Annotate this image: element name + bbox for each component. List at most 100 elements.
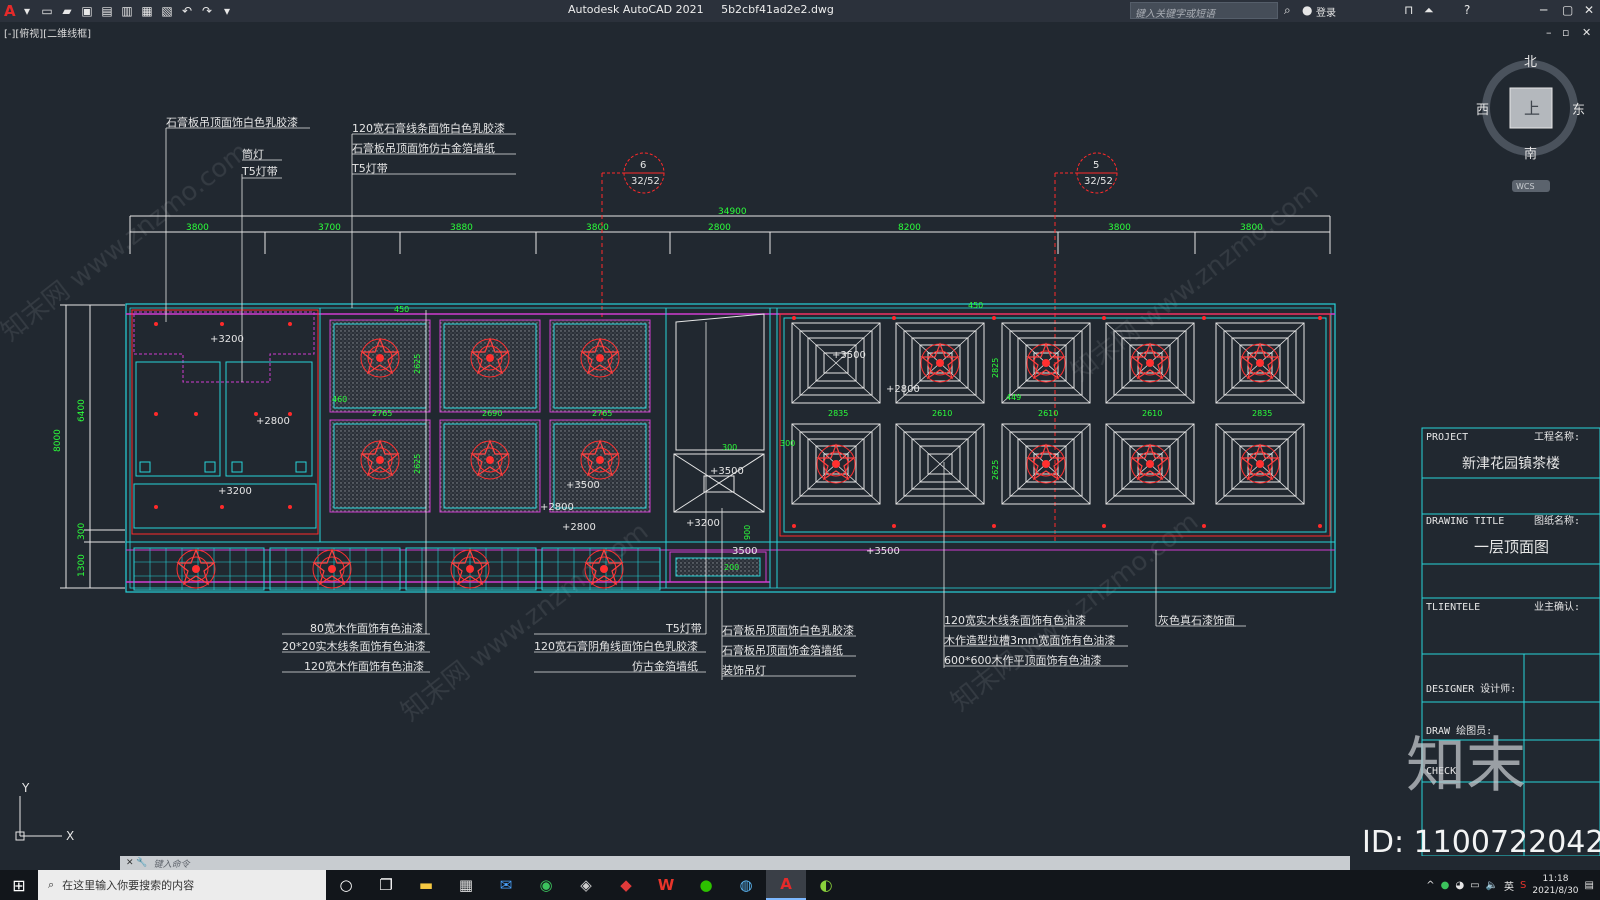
elevation-label: 3500 <box>732 546 757 557</box>
tb-project-name: 新津花园镇茶楼 <box>1462 456 1560 472</box>
label-t5-strip: T5灯带 <box>351 162 388 175</box>
undo-icon[interactable]: ↶ <box>178 3 196 19</box>
label-downlight: 筒灯 <box>242 147 264 161</box>
print-icon[interactable]: ▧ <box>158 3 176 19</box>
app-title: Autodesk AutoCAD 2021 <box>568 3 704 16</box>
save-as-icon[interactable]: ▤ <box>98 3 116 19</box>
mail-icon[interactable]: ✉ <box>486 870 526 900</box>
drawing-restore-icon[interactable]: ▫ <box>1562 26 1569 39</box>
dim-label: 2765 <box>372 409 392 418</box>
maximize-icon[interactable]: ▢ <box>1562 3 1573 17</box>
viewcube[interactable]: 上 北 南 西 东 WCS <box>1476 55 1585 192</box>
elevation-label: +3200 <box>686 518 720 529</box>
elevation-label: +3500 <box>832 350 866 361</box>
menu-dropdown-icon[interactable]: ▾ <box>18 3 36 19</box>
dim-label: 2625 <box>413 454 422 474</box>
dim-label: 2610 <box>1142 409 1162 418</box>
dim-label: 450 <box>394 305 409 314</box>
search-icon: ⌕ <box>48 878 55 891</box>
viewcube-south[interactable]: 南 <box>1524 146 1537 162</box>
wps-icon[interactable]: W <box>646 870 686 900</box>
elevation-label: +3500 <box>710 466 744 477</box>
tray-network-icon[interactable]: ▭ <box>1470 880 1479 891</box>
app-icon[interactable]: ◈ <box>566 870 606 900</box>
dim-label: 2625 <box>991 460 1000 480</box>
watermark-id: ID: 1100722042 <box>1362 825 1600 856</box>
dim-label: 460 <box>332 395 347 404</box>
tb-drawing-title-en: DRAWING TITLE <box>1426 516 1504 527</box>
sketchup-icon[interactable]: ◆ <box>606 870 646 900</box>
qq-browser-icon[interactable]: ◍ <box>726 870 766 900</box>
watermark-text: 知末网 www.znzmo.com <box>1066 177 1324 388</box>
tray-sogou-icon[interactable]: S <box>1520 880 1526 891</box>
search-icon[interactable]: ⌕ <box>1284 3 1291 18</box>
tray-volume-icon[interactable]: 🔈 <box>1486 880 1498 891</box>
dim-label: 900 <box>743 525 752 540</box>
elevation-label: +3500 <box>866 546 900 557</box>
login-link[interactable]: 登录 <box>1316 4 1336 19</box>
label-wood-80: 80宽木作面饰有色油漆 <box>310 621 423 635</box>
dim-label: 200 <box>724 563 739 572</box>
user-icon[interactable]: ● <box>1302 3 1312 17</box>
tb-designer: DESIGNER 设计师: <box>1426 682 1516 695</box>
command-close-icon[interactable]: ✕ 🔧 <box>126 858 148 868</box>
open-web-icon[interactable]: ▥ <box>118 3 136 19</box>
tray-app-icon[interactable]: ● <box>1441 880 1450 891</box>
drawing-canvas[interactable]: 知末网 www.znzmo.com 知末网 www.znzmo.com 知末网 … <box>0 22 1600 856</box>
viewcube-west[interactable]: 西 <box>1476 103 1489 118</box>
new-file-icon[interactable]: ▭ <box>38 3 56 19</box>
command-input[interactable]: 键入命令 <box>154 857 190 870</box>
taskbar-search-text: 在这里输入你要搜索的内容 <box>62 879 195 892</box>
section-number: 5 <box>1093 160 1099 171</box>
tray-qq-icon[interactable]: ◕ <box>1455 880 1464 891</box>
section-sheet: 32/52 <box>1084 176 1113 187</box>
app-green-icon[interactable]: ◐ <box>806 870 846 900</box>
ucs-y-label: Y <box>21 781 30 795</box>
viewcube-east[interactable]: 东 <box>1572 103 1585 118</box>
store-icon[interactable]: ▦ <box>446 870 486 900</box>
tb-drawing-name: 一层顶面图 <box>1474 538 1549 556</box>
help-icon[interactable]: ? <box>1464 3 1470 17</box>
watermark-logo: 知末 <box>1406 731 1526 801</box>
tb-client-cn: 业主确认: <box>1534 600 1580 613</box>
redo-icon[interactable]: ↷ <box>198 3 216 19</box>
ime-indicator[interactable]: 英 <box>1504 878 1514 893</box>
left-dimension-chain <box>60 304 125 589</box>
label-gold-leaf: 石膏板吊顶面饰仿古金箔墙纸 <box>352 141 495 155</box>
viewcube-north[interactable]: 北 <box>1524 55 1537 70</box>
taskbar-search[interactable]: ⌕ 在这里输入你要搜索的内容 <box>38 870 326 900</box>
wechat-icon[interactable]: ● <box>686 870 726 900</box>
minimize-icon[interactable]: ─ <box>1540 3 1547 17</box>
browser-icon[interactable]: ◉ <box>526 870 566 900</box>
windows-start-icon[interactable]: ⊞ <box>0 870 38 900</box>
dim-label: 2690 <box>482 409 502 418</box>
viewcube-face-label: 上 <box>1524 99 1540 118</box>
help-search-input[interactable]: 键入关键字或短语 <box>1130 2 1278 19</box>
task-view-icon[interactable]: ❐ <box>366 870 406 900</box>
drawing-minimize-icon[interactable]: – <box>1546 26 1552 39</box>
elevation-label: +2800 <box>886 384 920 395</box>
autocad-logo[interactable]: A <box>4 2 18 20</box>
close-icon[interactable]: ✕ <box>1584 3 1594 17</box>
top-dimension-value: 3800 <box>186 223 209 233</box>
autocad-taskbar-icon[interactable]: A <box>766 870 806 900</box>
label-gypsum-line: 120宽石膏线条面饰白色乳胶漆 <box>352 121 505 135</box>
wcs-menu[interactable]: WCS <box>1516 182 1535 191</box>
share-icon[interactable]: ⏶ <box>1424 3 1434 18</box>
cart-icon[interactable]: ⊓ <box>1404 3 1413 17</box>
drawing-close-icon[interactable]: ✕ <box>1582 26 1591 39</box>
customize-toolbar-icon[interactable]: ▾ <box>218 3 236 19</box>
save-web-icon[interactable]: ▦ <box>138 3 156 19</box>
command-line[interactable]: ✕ 🔧 键入命令 <box>120 856 1350 870</box>
label-gypsum-gold: 石膏板吊顶面饰金箔墙纸 <box>722 643 843 657</box>
tb-client-en: TLIENTELE <box>1426 602 1480 613</box>
overall-dimension: 34900 <box>718 207 747 217</box>
drawing-window-controls[interactable]: – ▫ ✕ <box>1546 26 1591 39</box>
cortana-icon[interactable]: ○ <box>326 870 366 900</box>
save-icon[interactable]: ▣ <box>78 3 96 19</box>
file-explorer-icon[interactable]: ▬ <box>406 870 446 900</box>
open-folder-icon[interactable]: ▰ <box>58 3 76 19</box>
tray-chevron-icon[interactable]: ^ <box>1426 880 1434 891</box>
notification-icon[interactable]: ▤ <box>1585 880 1594 891</box>
clock[interactable]: 11:18 2021/8/30 <box>1532 873 1578 897</box>
